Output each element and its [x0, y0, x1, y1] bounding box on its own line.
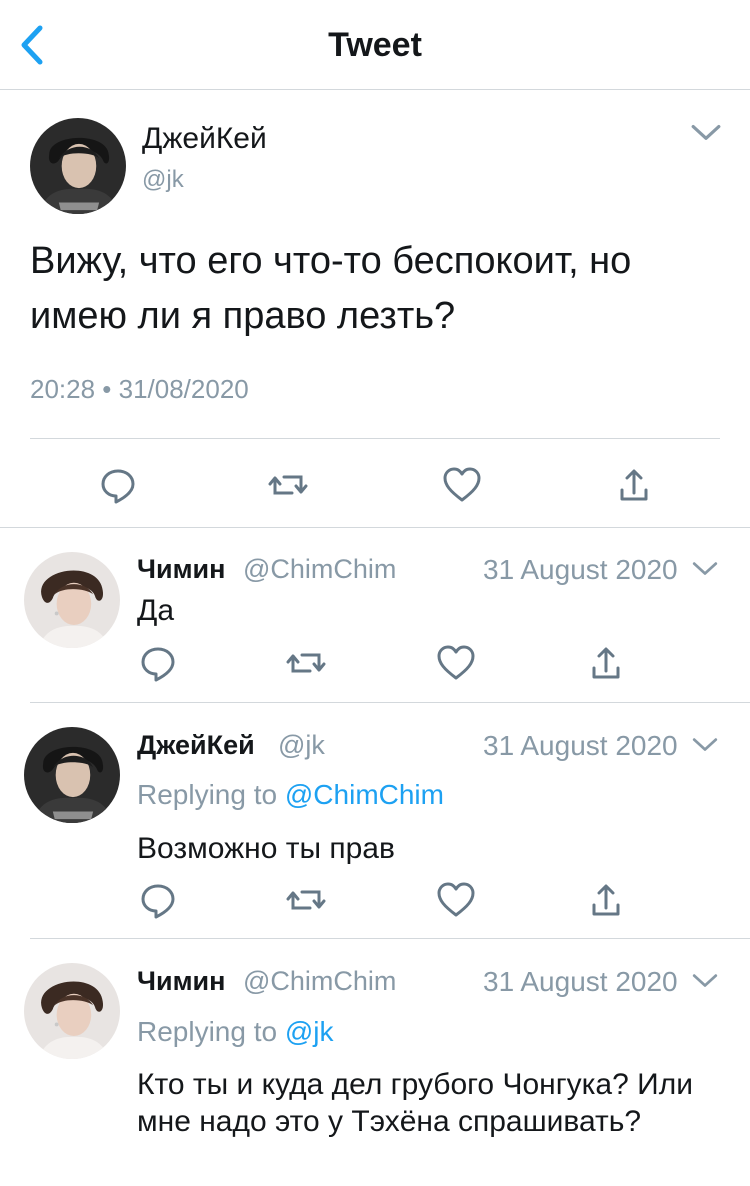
mention-link[interactable]: @ChimChim	[285, 779, 444, 810]
like-button[interactable]	[434, 641, 478, 685]
mention-link[interactable]: @jk	[285, 1016, 334, 1047]
share-button[interactable]	[612, 463, 656, 507]
like-button[interactable]	[440, 463, 484, 507]
author-name[interactable]: Чимин	[137, 966, 225, 997]
reply-icon	[136, 878, 180, 922]
tweet-text: Да	[137, 594, 175, 627]
retweet-icon	[284, 641, 328, 685]
like-button[interactable]	[434, 878, 478, 922]
retweet-icon	[284, 878, 328, 922]
divider	[0, 527, 750, 528]
avatar[interactable]	[24, 727, 120, 823]
retweet-button[interactable]	[284, 878, 328, 922]
reply-icon	[96, 463, 140, 507]
tweet-text: Кто ты и куда дел грубого Чонгука? Или м…	[137, 1068, 693, 1138]
retweet-icon	[266, 463, 310, 507]
navigation-bar: Tweet	[0, 0, 750, 89]
chevron-down-icon[interactable]	[690, 122, 722, 144]
author-handle[interactable]: @jk	[142, 166, 184, 194]
avatar[interactable]	[24, 552, 120, 648]
share-icon	[584, 878, 628, 922]
author-name[interactable]: ДжейКей	[142, 122, 267, 156]
replying-to: Replying to @jk	[137, 1016, 334, 1048]
like-icon	[440, 463, 484, 507]
share-button[interactable]	[584, 641, 628, 685]
reply-button[interactable]	[136, 641, 180, 685]
avatar[interactable]	[24, 963, 120, 1059]
chevron-down-icon[interactable]	[691, 972, 719, 990]
replying-to: Replying to @ChimChim	[137, 779, 444, 811]
share-icon	[584, 641, 628, 685]
tweet-text: Возможно ты прав	[137, 832, 395, 865]
reply-button[interactable]	[96, 463, 140, 507]
author-handle[interactable]: @jk	[278, 730, 325, 761]
author-handle[interactable]: @ChimChim	[243, 966, 396, 997]
divider	[30, 702, 750, 703]
author-name[interactable]: ДжейКей	[137, 730, 255, 761]
tweet-date: 31 August 2020	[483, 730, 678, 761]
chevron-down-icon[interactable]	[691, 736, 719, 754]
author-handle[interactable]: @ChimChim	[243, 554, 396, 585]
header-divider	[0, 89, 750, 90]
avatar[interactable]	[30, 118, 126, 214]
reply-button[interactable]	[136, 878, 180, 922]
reply-icon	[136, 641, 180, 685]
divider	[30, 938, 750, 939]
replying-to-label: Replying to	[137, 1016, 278, 1047]
retweet-button[interactable]	[266, 463, 310, 507]
tweet-text: Вижу, что его что-то беспокоит, но имею …	[30, 240, 632, 337]
tweet-date: 31 August 2020	[483, 554, 678, 585]
share-icon	[612, 463, 656, 507]
tweet-timestamp: 20:28 • 31/08/2020	[30, 374, 249, 404]
replying-to-label: Replying to	[137, 779, 278, 810]
like-icon	[434, 878, 478, 922]
page-title: Tweet	[328, 26, 422, 64]
tweet-date: 31 August 2020	[483, 966, 678, 997]
chevron-down-icon[interactable]	[691, 560, 719, 578]
author-name[interactable]: Чимин	[137, 554, 225, 585]
like-icon	[434, 641, 478, 685]
divider	[30, 438, 720, 439]
share-button[interactable]	[584, 878, 628, 922]
retweet-button[interactable]	[284, 641, 328, 685]
